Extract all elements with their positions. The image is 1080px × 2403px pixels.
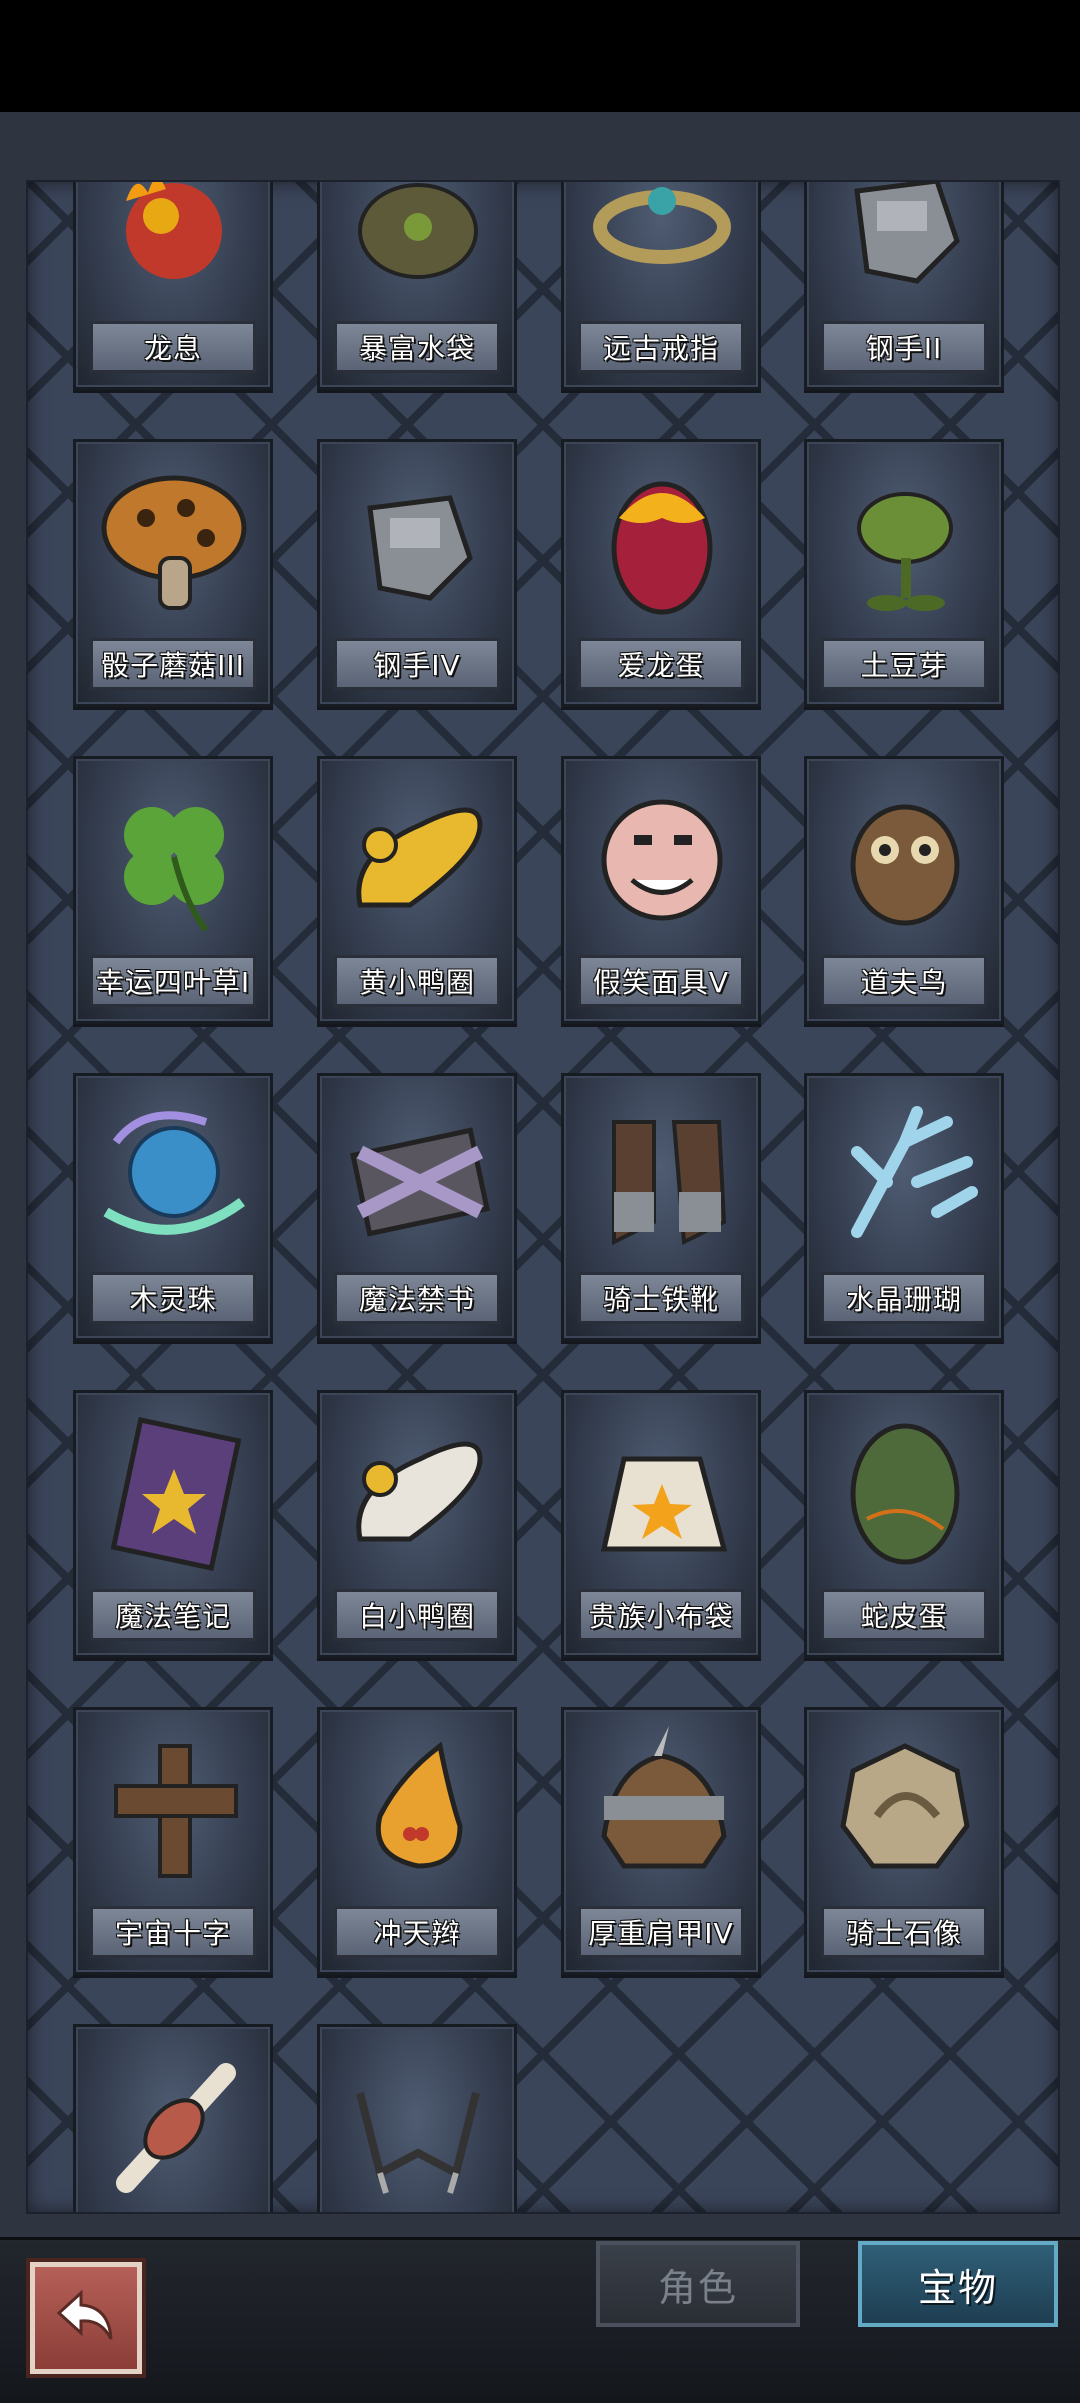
treasure-card[interactable]: 骰子蘑菇III [73, 439, 273, 707]
treasure-card[interactable]: 钢手II [804, 182, 1004, 390]
treasure-name: 宇宙十字 [90, 1906, 256, 1958]
treasure-card[interactable]: 黄小鸭圈 [317, 756, 517, 1024]
knight-iron-boots-icon [574, 1082, 750, 1262]
bat-fang-icon [330, 2033, 506, 2212]
cosmic-cross-icon [86, 1716, 262, 1896]
treasure-name: 黄小鸭圈 [334, 955, 500, 1007]
treasure-name: 蛇皮蛋 [821, 1589, 987, 1641]
wood-spirit-orb-icon [86, 1082, 262, 1262]
treasure-card[interactable]: 道夫鸟 [804, 756, 1004, 1024]
pigtail-tuft-icon [330, 1716, 506, 1896]
forbidden-spellbook-icon [330, 1082, 506, 1262]
treasure-name: 木灵珠 [90, 1272, 256, 1324]
treasure-name: 爱龙蛋 [578, 638, 744, 690]
treasure-name: 冲天辫 [334, 1906, 500, 1958]
treasure-name: 白小鸭圈 [334, 1589, 500, 1641]
tab-treasure[interactable]: 宝物 [858, 2241, 1058, 2327]
treasure-card[interactable]: 龙息 [73, 182, 273, 390]
dice-mushroom-icon [86, 448, 262, 628]
treasure-name: 魔法笔记 [90, 1589, 256, 1641]
dragon-breath-orb-icon [86, 182, 262, 311]
treasure-name: 魔法禁书 [334, 1272, 500, 1324]
treasure-grid[interactable]: 龙息 暴富水袋 远古戒指 钢手II 骰子蘑菇III 钢手IV 爱龙蛋 土豆芽幸运四叶草I 黄小鸭… [26, 180, 1060, 2214]
treasure-card[interactable]: 魔法笔记 [73, 1390, 273, 1658]
ancient-ring-icon [574, 182, 750, 311]
treasure-card[interactable]: 钢手IV [317, 439, 517, 707]
treasure-name: 道夫鸟 [821, 955, 987, 1007]
treasure-card[interactable]: 厚重肩甲IV [561, 1707, 761, 1975]
treasure-name: 厚重肩甲IV [578, 1906, 744, 1958]
treasure-card[interactable]: 蛇皮蛋 [804, 1390, 1004, 1658]
treasure-card[interactable]: 骑士铁靴 [561, 1073, 761, 1341]
treasure-name: 钢手IV [334, 638, 500, 690]
snakeskin-egg-icon [817, 1399, 993, 1579]
game-screen: 龙息 暴富水袋 远古戒指 钢手II 骰子蘑菇III 钢手IV 爱龙蛋 土豆芽幸运四叶草I 黄小鸭… [0, 0, 1080, 2403]
treasure-card[interactable]: 爱龙蛋 [561, 439, 761, 707]
treasure-name: 水晶珊瑚 [821, 1272, 987, 1324]
treasure-card[interactable]: 幸运四叶草I [73, 756, 273, 1024]
treasure-name: 骑士石像 [821, 1906, 987, 1958]
dragon-egg-icon [574, 448, 750, 628]
treasure-card[interactable]: 远古戒指 [561, 182, 761, 390]
treasure-card[interactable]: 魔法禁书 [317, 1073, 517, 1341]
four-leaf-clover-icon [86, 765, 262, 945]
status-bar [0, 0, 1080, 112]
treasure-name: 龙息 [90, 321, 256, 373]
treasure-card[interactable]: 白小鸭圈 [317, 1390, 517, 1658]
treasure-card[interactable]: 木灵珠 [73, 1073, 273, 1341]
back-arrow-icon [51, 2281, 121, 2355]
treasure-name: 土豆芽 [821, 638, 987, 690]
treasure-card[interactable]: 宇宙十字 [73, 1707, 273, 1975]
knight-stone-medallion-icon [817, 1716, 993, 1896]
cursed-bone-meat-icon [86, 2033, 262, 2212]
treasure-card[interactable]: 贵族小布袋 [561, 1390, 761, 1658]
steel-gauntlet-icon [817, 182, 993, 311]
treasure-card[interactable]: 水晶珊瑚 [804, 1073, 1004, 1341]
treasure-card[interactable]: 诅咒骨肉 [73, 2024, 273, 2212]
treasure-name: 骰子蘑菇III [90, 638, 256, 690]
steel-gauntlet-icon [330, 448, 506, 628]
treasure-name: 骑士铁靴 [578, 1272, 744, 1324]
treasure-card[interactable]: 土豆芽 [804, 439, 1004, 707]
yellow-duck-float-icon [330, 765, 506, 945]
treasure-name: 幸运四叶草I [90, 955, 256, 1007]
noble-cloth-bag-icon [574, 1399, 750, 1579]
treasure-name: 暴富水袋 [334, 321, 500, 373]
treasure-name: 钢手II [821, 321, 987, 373]
treasure-card[interactable]: 骑士石像 [804, 1707, 1004, 1975]
treasure-card[interactable]: 冲天辫 [317, 1707, 517, 1975]
fake-smile-mask-icon [574, 765, 750, 945]
treasure-name: 假笑面具V [578, 955, 744, 1007]
rich-water-bag-icon [330, 182, 506, 311]
tab-role[interactable]: 角色 [596, 2241, 800, 2327]
heavy-pauldron-icon [574, 1716, 750, 1896]
crystal-coral-icon [817, 1082, 993, 1262]
treasure-name: 贵族小布袋 [578, 1589, 744, 1641]
owl-bird-icon [817, 765, 993, 945]
treasure-name: 远古戒指 [578, 321, 744, 373]
treasure-card[interactable]: 蝙蝠牙齿 [317, 2024, 517, 2212]
back-button[interactable] [30, 2262, 142, 2374]
magic-notebook-icon [86, 1399, 262, 1579]
white-duck-float-icon [330, 1399, 506, 1579]
treasure-card[interactable]: 假笑面具V [561, 756, 761, 1024]
treasure-card[interactable]: 暴富水袋 [317, 182, 517, 390]
potato-sprout-plant-icon [817, 448, 993, 628]
